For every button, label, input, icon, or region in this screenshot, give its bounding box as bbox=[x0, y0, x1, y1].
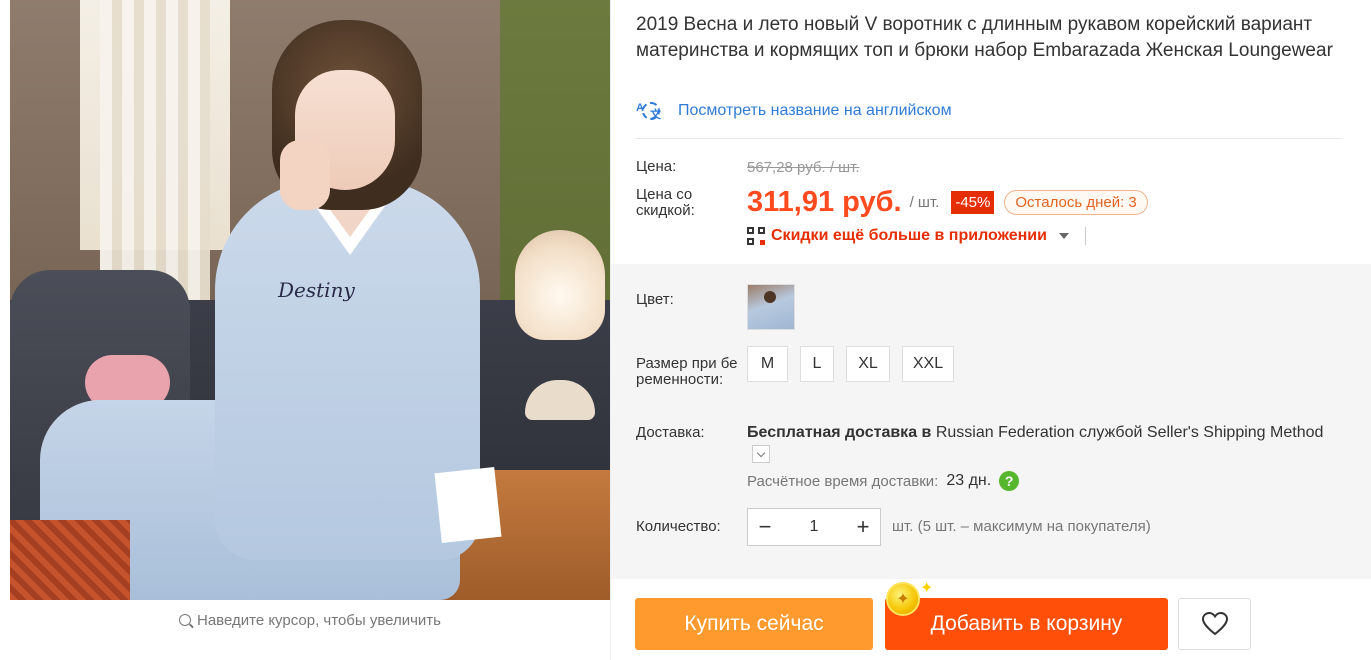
days-left-badge: Осталось дней: 3 bbox=[1004, 190, 1148, 215]
color-label: Цвет: bbox=[636, 291, 674, 308]
size-option-l[interactable]: L bbox=[800, 346, 834, 382]
separator bbox=[1084, 227, 1086, 245]
magnifier-icon bbox=[179, 614, 191, 626]
title-divider bbox=[636, 138, 1342, 139]
shipping-country: Russian Federation bbox=[935, 424, 1075, 441]
translate-link[interactable]: Посмотреть название на английском bbox=[678, 102, 952, 120]
qr-icon bbox=[747, 227, 765, 245]
price-row: 311,91 руб. / шт. -45% Осталось дней: 3 bbox=[747, 186, 1148, 219]
size-option-xl[interactable]: XL bbox=[846, 346, 890, 382]
app-promo-text: Скидки ещё больше в приложении bbox=[771, 227, 1047, 244]
free-shipping-text: Бесплатная доставка в bbox=[747, 424, 932, 441]
current-price: 311,91 руб. bbox=[747, 186, 902, 218]
zoom-hint-text: Наведите курсор, чтобы увеличить bbox=[197, 611, 441, 629]
old-price: 567,28 руб. / шт. bbox=[747, 159, 860, 176]
heart-icon bbox=[1201, 611, 1228, 636]
app-promo[interactable]: Скидки ещё больше в приложении bbox=[747, 227, 1086, 245]
photo-hand bbox=[280, 140, 330, 210]
shipping-via: службой bbox=[1079, 424, 1143, 441]
product-main-image[interactable]: Destiny bbox=[10, 0, 610, 600]
zoom-hint: Наведите курсор, чтобы увеличить bbox=[10, 600, 610, 640]
quantity-note: шт. (5 шт. – максимум на покупателя) bbox=[892, 518, 1151, 535]
photo-lamp-shade bbox=[515, 230, 605, 340]
quantity-label: Количество: bbox=[636, 518, 721, 535]
eta-value: 23 дн. bbox=[946, 472, 992, 489]
shipping-options-toggle[interactable] bbox=[752, 445, 770, 463]
wishlist-button[interactable] bbox=[1178, 598, 1251, 650]
discount-price-label: Цена со скидкой: bbox=[636, 186, 695, 219]
translate-icon: A文 bbox=[636, 102, 661, 121]
buy-now-button[interactable]: Купить сейчас bbox=[635, 598, 873, 650]
photo-cuff bbox=[434, 467, 502, 543]
chevron-down-icon bbox=[756, 448, 766, 457]
shipping-method: Seller's Shipping Method bbox=[1146, 424, 1324, 441]
product-title: 2019 Весна и лето новый V воротник с дли… bbox=[636, 14, 1333, 61]
color-option[interactable] bbox=[747, 284, 795, 330]
quantity-increase-button[interactable]: + bbox=[846, 509, 880, 545]
shipping-label: Доставка: bbox=[636, 424, 705, 441]
quantity-decrease-button[interactable]: − bbox=[748, 509, 782, 545]
size-label: Размер при беременности: bbox=[636, 355, 738, 388]
delivery-eta: Расчётное время доставки: 23 дн. ? bbox=[747, 471, 1020, 491]
photo-shirt-print: Destiny bbox=[278, 278, 355, 302]
quantity-stepper: − 1 + bbox=[747, 508, 881, 546]
discount-badge: -45% bbox=[951, 191, 995, 214]
product-photo: Destiny bbox=[10, 0, 610, 600]
add-to-cart-button[interactable]: Добавить в корзину bbox=[885, 598, 1168, 650]
chevron-down-icon bbox=[1058, 233, 1069, 239]
photo-blanket bbox=[10, 520, 130, 600]
shipping-info: Бесплатная доставка в Russian Federation… bbox=[747, 424, 1323, 442]
translate-row[interactable]: A文 Посмотреть название на английском bbox=[636, 100, 952, 122]
size-option-m[interactable]: M bbox=[747, 346, 788, 382]
question-icon[interactable]: ? bbox=[999, 471, 1020, 491]
eta-label: Расчётное время доставки: bbox=[747, 472, 939, 490]
sparkle-icon: ✦ bbox=[920, 580, 934, 597]
price-label: Цена: bbox=[636, 158, 677, 175]
price-unit: / шт. bbox=[909, 194, 940, 211]
size-option-xxl[interactable]: XXL bbox=[902, 346, 954, 382]
coin-icon: ✦ bbox=[886, 582, 920, 616]
quantity-input[interactable]: 1 bbox=[782, 518, 846, 536]
